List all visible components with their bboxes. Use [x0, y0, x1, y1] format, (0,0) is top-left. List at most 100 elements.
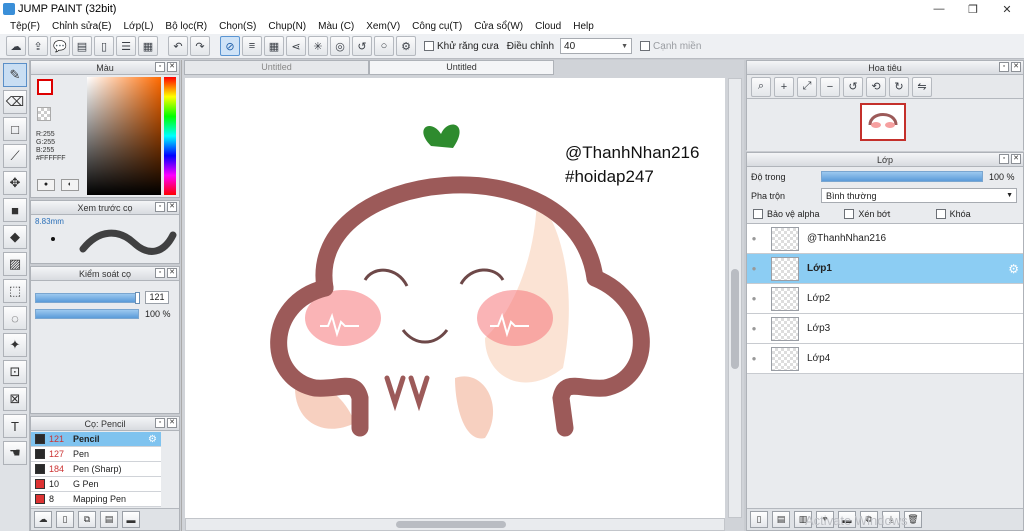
- list-icon[interactable]: ☰: [116, 36, 136, 56]
- undock-icon[interactable]: ▫: [155, 62, 165, 72]
- comment-icon[interactable]: ▤: [72, 36, 92, 56]
- undo-icon[interactable]: ↶: [168, 36, 188, 56]
- brush-settings-icon[interactable]: ▤: [100, 511, 118, 528]
- select-rect-icon[interactable]: ⬚: [3, 279, 27, 303]
- clipping-toggle[interactable]: Xén bớt: [844, 209, 931, 219]
- select-pen-icon[interactable]: ⊡: [3, 360, 27, 384]
- snap-radial-icon[interactable]: ✳: [308, 36, 328, 56]
- rectangle-tool-icon[interactable]: □: [3, 117, 27, 141]
- pen-tool-icon[interactable]: ✎: [3, 63, 27, 87]
- color-picker-icon[interactable]: ◐: [61, 179, 79, 191]
- undock-icon[interactable]: ▫: [999, 154, 1009, 164]
- scroll-thumb[interactable]: [731, 269, 739, 369]
- adjust-select[interactable]: 40 ▼: [560, 38, 633, 54]
- speech-bubble-icon[interactable]: 💬: [50, 36, 70, 56]
- eraser-tool-icon[interactable]: ⌫: [3, 90, 27, 114]
- undock-icon[interactable]: ▫: [155, 418, 165, 428]
- fit-icon[interactable]: ⤢: [797, 76, 817, 97]
- close-icon[interactable]: ✕: [1011, 62, 1021, 72]
- brush-item[interactable]: 8 Mapping Pen: [31, 492, 161, 507]
- antialias-toggle[interactable]: Khử răng cưa: [424, 41, 499, 52]
- drawing-canvas[interactable]: @ThanhNhan216 #hoidap247: [185, 78, 725, 518]
- visibility-icon[interactable]: ●: [747, 234, 761, 243]
- fill-rect-tool-icon[interactable]: ■: [3, 198, 27, 222]
- slider-thumb[interactable]: [135, 291, 140, 304]
- brush-size-input[interactable]: 121: [145, 291, 169, 304]
- menu-select[interactable]: Chọn(S): [213, 21, 262, 32]
- layer-item[interactable]: ● @ThanhNhan216: [747, 224, 1023, 254]
- select-eraser-icon[interactable]: ⊠: [3, 387, 27, 411]
- brush-item[interactable]: 121 Pencil ⚙: [31, 432, 161, 447]
- menu-cloud[interactable]: Cloud: [529, 21, 567, 32]
- layer-opacity-slider[interactable]: [821, 171, 983, 182]
- undock-icon[interactable]: ▫: [155, 202, 165, 212]
- page-icon[interactable]: ▯: [94, 36, 114, 56]
- menu-capture[interactable]: Chụp(N): [262, 21, 312, 32]
- brush-item[interactable]: 127 Pen: [31, 447, 161, 462]
- blend-mode-select[interactable]: Bình thường ▼: [821, 188, 1017, 203]
- brush-cloud-icon[interactable]: ☁: [34, 511, 52, 528]
- saturation-value-field[interactable]: [87, 77, 161, 195]
- foreground-color-swatch[interactable]: [37, 79, 53, 95]
- redo-icon[interactable]: ↷: [190, 36, 210, 56]
- rotate-right-icon[interactable]: ↻: [889, 76, 909, 97]
- snap-concentric-icon[interactable]: ◎: [330, 36, 350, 56]
- menu-view[interactable]: Xem(V): [360, 21, 406, 32]
- undock-icon[interactable]: ▫: [999, 62, 1009, 72]
- antialias-checkbox[interactable]: [424, 41, 434, 51]
- snap-parallel-icon[interactable]: ≡: [242, 36, 262, 56]
- visibility-icon[interactable]: ●: [747, 264, 761, 273]
- close-icon[interactable]: ✕: [167, 418, 177, 428]
- brush-opacity-slider[interactable]: [35, 309, 139, 319]
- visibility-icon[interactable]: ●: [747, 324, 761, 333]
- lasso-icon[interactable]: ◌: [3, 306, 27, 330]
- layer-item[interactable]: ● Lớp1 ⚙: [747, 254, 1023, 284]
- tab-untitled-2[interactable]: Untitled: [369, 60, 554, 75]
- protect-alpha-toggle[interactable]: Bảo vệ alpha: [753, 209, 840, 219]
- zoom-out-icon[interactable]: −: [820, 76, 840, 97]
- undock-icon[interactable]: ▫: [155, 268, 165, 278]
- reset-rotate-icon[interactable]: ⟲: [866, 76, 886, 97]
- edge-toggle[interactable]: Cạnh miền: [640, 41, 701, 52]
- rotate-left-icon[interactable]: ↺: [843, 76, 863, 97]
- canvas-vertical-scrollbar[interactable]: [728, 78, 742, 518]
- lock-toggle[interactable]: Khóa: [935, 209, 1023, 219]
- clipping-checkbox[interactable]: [844, 209, 855, 219]
- snap-curve-icon[interactable]: ↺: [352, 36, 372, 56]
- visibility-icon[interactable]: ●: [747, 294, 761, 303]
- tab-untitled-1[interactable]: Untitled: [184, 60, 369, 75]
- export-icon[interactable]: ⇪: [28, 36, 48, 56]
- zoom-in-icon[interactable]: +: [774, 76, 794, 97]
- menu-help[interactable]: Help: [567, 21, 600, 32]
- layer-item[interactable]: ● Lớp3: [747, 314, 1023, 344]
- new-layer-8bit-icon[interactable]: ▤: [772, 511, 790, 528]
- transparent-color-swatch[interactable]: [37, 107, 51, 121]
- magic-wand-icon[interactable]: ✦: [3, 333, 27, 357]
- snap-ellipse-icon[interactable]: ○: [374, 36, 394, 56]
- snap-grid-icon[interactable]: ▦: [264, 36, 284, 56]
- canvas-horizontal-scrollbar[interactable]: [185, 518, 725, 531]
- close-icon[interactable]: ✕: [1011, 154, 1021, 164]
- protect-alpha-checkbox[interactable]: [753, 209, 763, 219]
- layer-item[interactable]: ● Lớp2: [747, 284, 1023, 314]
- menu-tools[interactable]: Công cụ(T): [406, 21, 468, 32]
- snap-settings-icon[interactable]: ⚙: [396, 36, 416, 56]
- gear-icon[interactable]: ⚙: [1008, 262, 1019, 276]
- snap-perspective-icon[interactable]: ⋖: [286, 36, 306, 56]
- scroll-thumb[interactable]: [396, 521, 506, 528]
- layer-item[interactable]: ● Lớp4: [747, 344, 1023, 374]
- line-tool-icon[interactable]: ⟋: [3, 144, 27, 168]
- flip-icon[interactable]: ⇋: [912, 76, 932, 97]
- hue-slider[interactable]: [164, 77, 176, 195]
- menu-color[interactable]: Màu (C): [312, 21, 360, 32]
- minimize-button[interactable]: —: [922, 0, 956, 18]
- text-tool-icon[interactable]: T: [3, 414, 27, 438]
- lock-checkbox[interactable]: [935, 209, 946, 219]
- new-brush-icon[interactable]: ▯: [56, 511, 74, 528]
- brush-item[interactable]: 184 Pen (Sharp): [31, 462, 161, 477]
- gradient-tool-icon[interactable]: ▨: [3, 252, 27, 276]
- menu-file[interactable]: Tệp(F): [4, 21, 46, 32]
- menu-edit[interactable]: Chỉnh sửa(E): [46, 21, 118, 32]
- edge-checkbox[interactable]: [640, 41, 651, 51]
- bucket-tool-icon[interactable]: ◆: [3, 225, 27, 249]
